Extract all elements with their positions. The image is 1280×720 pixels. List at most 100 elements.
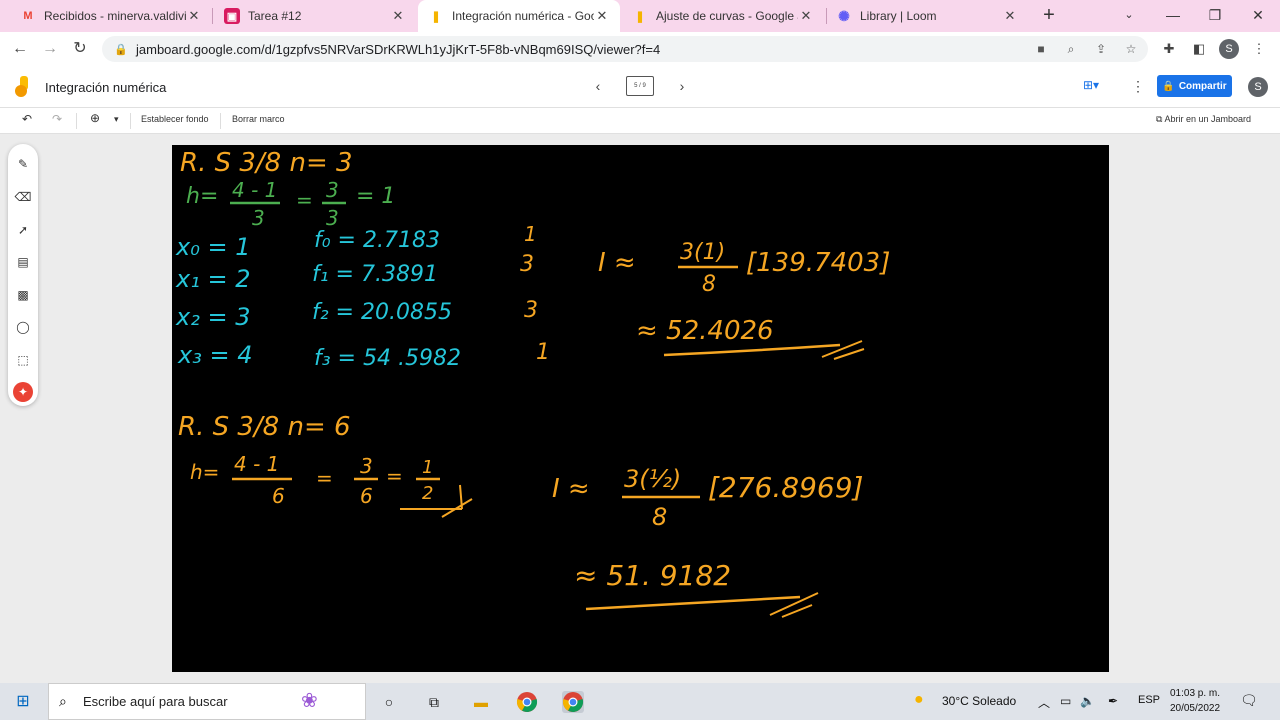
board-toolbar: ↶ ↷ ⊕ ▾ Establecer fondo Borrar marco ⧉ … bbox=[0, 108, 1280, 134]
share-button[interactable]: 🔒 Compartir bbox=[1157, 75, 1232, 97]
frame-bar-button[interactable]: 5 / 9 bbox=[626, 76, 654, 96]
windows-start-icon[interactable]: ⊞ bbox=[12, 691, 34, 713]
volume-icon[interactable]: 🔈 bbox=[1080, 694, 1095, 708]
open-label: Abrir en un Jamboard bbox=[1164, 114, 1251, 124]
chevron-up-icon[interactable]: ︿ bbox=[1038, 694, 1050, 711]
block2-result: ≈ 51. 9182 bbox=[574, 559, 731, 592]
more-options-icon[interactable]: ⋮ bbox=[1130, 78, 1146, 95]
camera-icon[interactable]: ■ bbox=[1032, 40, 1050, 58]
x0-value: x₀ = 1 bbox=[175, 233, 250, 261]
avatar[interactable]: S bbox=[1219, 39, 1239, 59]
shape-icon[interactable]: ◯ bbox=[13, 317, 33, 337]
jamboard-frame[interactable]: R. S 3/8 n= 3 h= 4 - 1 3 = 3 3 = 1 x₀ = … bbox=[172, 145, 1109, 672]
open-icon: ⧉ bbox=[1156, 114, 1163, 124]
lock-icon: 🔒 bbox=[114, 43, 128, 56]
taskbar: ⊞ ⌕ Escribe aquí para buscar ❀ ○ ⧉ ▬ ● 3… bbox=[0, 683, 1280, 720]
date: 20/05/2022 bbox=[1169, 703, 1221, 714]
select-icon[interactable]: ➚ bbox=[13, 220, 33, 240]
new-tab-button[interactable]: + bbox=[1038, 4, 1060, 26]
block2-heading: R. S 3/8 n= 6 bbox=[178, 412, 351, 442]
side-panel-icon[interactable]: ◧ bbox=[1189, 39, 1209, 59]
menu-icon[interactable]: ⋮ bbox=[1249, 39, 1269, 59]
file-explorer-icon[interactable]: ▬ bbox=[470, 691, 492, 713]
sticky-note-icon[interactable]: ▤ bbox=[13, 252, 33, 272]
tab-search-icon[interactable]: ⌄ bbox=[1107, 0, 1151, 30]
gmail-icon: M bbox=[23, 10, 33, 22]
pen-workspace-icon[interactable]: ✒ bbox=[1108, 694, 1118, 708]
f1-value: f₁ = 7.3891 bbox=[312, 262, 438, 287]
language-indicator[interactable]: ESP bbox=[1138, 694, 1160, 706]
close-window-button[interactable]: ✕ bbox=[1236, 0, 1280, 30]
zoom-icon[interactable]: ⌕ bbox=[1062, 40, 1080, 58]
weather-text[interactable]: 30°C Soleado bbox=[942, 694, 1016, 708]
redo-icon[interactable]: ↷ bbox=[52, 112, 62, 126]
lock-icon: 🔒 bbox=[1162, 80, 1175, 92]
tab-tarea[interactable]: ▣ Tarea #12 ✕ bbox=[214, 0, 416, 32]
tab-separator bbox=[212, 8, 213, 24]
tab-integracion[interactable]: ❚ Integración numérica - Goog ✕ bbox=[418, 0, 620, 32]
close-icon[interactable]: ✕ bbox=[390, 8, 406, 24]
block1-h-eq: = bbox=[296, 188, 313, 212]
taskbar-search[interactable]: ⌕ Escribe aquí para buscar ❀ bbox=[48, 683, 366, 720]
browser-tab-strip: M Recibidos - minerva.valdivia@ ✕ ▣ Tare… bbox=[0, 0, 1280, 32]
tab-loom[interactable]: ✺ Library | Loom ✕ bbox=[826, 0, 1028, 32]
chrome-logo bbox=[516, 692, 538, 712]
block2-h-eq: = bbox=[316, 466, 333, 490]
set-background-button[interactable]: Establecer fondo bbox=[141, 114, 209, 124]
open-in-jamboard-button[interactable]: ⧉ Abrir en un Jamboard bbox=[1156, 114, 1251, 125]
close-icon[interactable]: ✕ bbox=[798, 8, 814, 24]
share-page-icon[interactable]: ⇪ bbox=[1092, 40, 1110, 58]
underline-stroke bbox=[663, 343, 841, 357]
back-icon[interactable]: ← bbox=[8, 37, 32, 61]
zoom-icon[interactable]: ⊕ bbox=[90, 111, 100, 125]
tab-ajuste[interactable]: ❚ Ajuste de curvas - Google Ja ✕ bbox=[622, 0, 824, 32]
tab-gmail[interactable]: M Recibidos - minerva.valdivia@ ✕ bbox=[10, 0, 212, 32]
page-title: Integración numérica bbox=[45, 80, 167, 95]
tab-label: Library | Loom bbox=[860, 9, 937, 23]
block1-integral-num: 3(1) bbox=[680, 240, 725, 265]
clear-frame-button[interactable]: Borrar marco bbox=[232, 114, 285, 124]
chevron-down-icon[interactable]: ▾ bbox=[114, 114, 119, 125]
next-frame-button[interactable]: › bbox=[674, 78, 690, 94]
undo-icon[interactable]: ↶ bbox=[22, 112, 32, 126]
block2-h-den: 6 bbox=[272, 484, 285, 508]
laser-icon[interactable]: ✦ bbox=[13, 382, 33, 402]
f2-value: f₂ = 20.0855 bbox=[312, 300, 452, 325]
minimize-button[interactable]: — bbox=[1151, 0, 1195, 30]
tab-label: Ajuste de curvas - Google Ja bbox=[656, 9, 798, 23]
f0-value: f₀ = 2.7183 bbox=[314, 228, 440, 253]
url-text[interactable]: jamboard.google.com/d/1gzpfvs5NRVarSDrKR… bbox=[136, 42, 660, 57]
pen-icon[interactable]: ✎ bbox=[13, 154, 33, 174]
cortana-icon[interactable]: ○ bbox=[378, 691, 400, 713]
chrome-icon[interactable] bbox=[516, 691, 538, 713]
tab-label: Integración numérica - Goog bbox=[452, 9, 594, 23]
extensions-icon[interactable]: ✚ bbox=[1159, 39, 1179, 59]
jamboard-logo-icon bbox=[15, 76, 28, 97]
block1-h-num: 4 - 1 bbox=[232, 178, 277, 202]
block1-h-num2: 3 bbox=[326, 178, 339, 202]
notification-icon[interactable]: 🗨 bbox=[1240, 692, 1258, 709]
omnibox[interactable]: 🔒 jamboard.google.com/d/1gzpfvs5NRVarSDr… bbox=[102, 36, 1148, 62]
chrome-profile-icon[interactable] bbox=[562, 691, 584, 713]
text-box-icon[interactable]: ⬚ bbox=[13, 350, 33, 370]
close-icon[interactable]: ✕ bbox=[594, 8, 610, 24]
present-icon[interactable]: ⊞▾ bbox=[1076, 78, 1106, 92]
block1-bracket: [139.7403] bbox=[746, 248, 890, 278]
forward-icon[interactable]: → bbox=[38, 37, 62, 61]
clock[interactable]: 01:03 p. m. 20/05/2022 bbox=[1164, 686, 1226, 716]
bookmark-star-icon[interactable]: ☆ bbox=[1122, 40, 1140, 58]
close-icon[interactable]: ✕ bbox=[186, 8, 202, 24]
image-icon[interactable]: ▩ bbox=[13, 285, 33, 305]
block2-h-num3: 1 bbox=[422, 457, 433, 478]
restore-button[interactable]: ❐ bbox=[1193, 0, 1237, 30]
battery-icon[interactable]: ▭ bbox=[1060, 694, 1071, 708]
close-icon[interactable]: ✕ bbox=[1002, 8, 1018, 24]
avatar[interactable]: S bbox=[1248, 77, 1268, 97]
eraser-icon[interactable]: ⌫ bbox=[13, 187, 33, 207]
x1-value: x₁ = 2 bbox=[175, 265, 250, 293]
prev-frame-button[interactable]: ‹ bbox=[590, 78, 606, 94]
weight-3: 1 bbox=[536, 340, 550, 365]
block1-h-label: h= bbox=[186, 184, 218, 209]
reload-icon[interactable]: ↻ bbox=[68, 37, 92, 61]
task-view-icon[interactable]: ⧉ bbox=[423, 691, 445, 713]
